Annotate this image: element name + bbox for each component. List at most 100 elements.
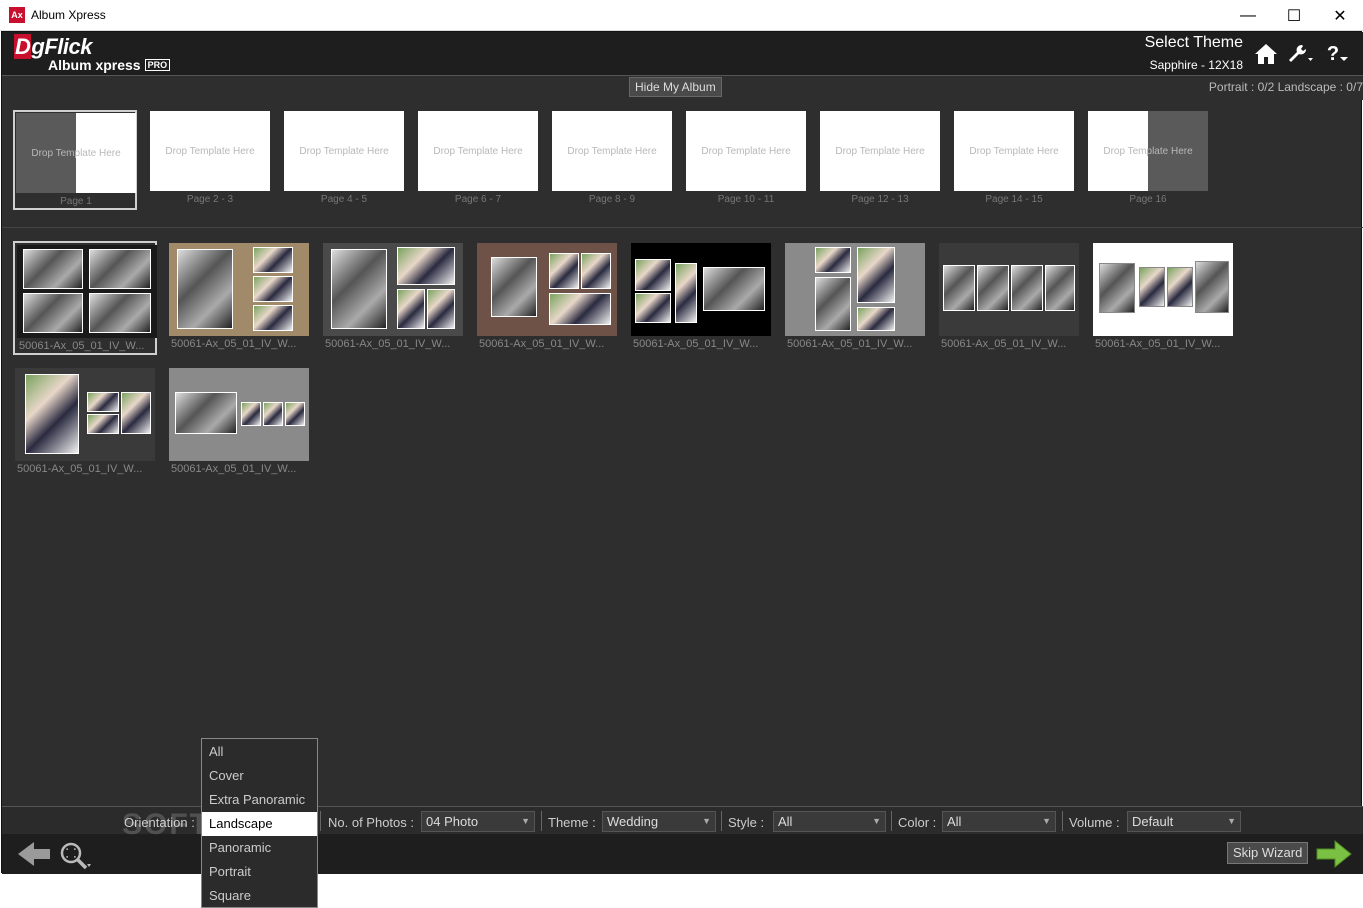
page-slot[interactable]: Drop Template Here Page 2 - 3 bbox=[149, 110, 273, 210]
home-icon[interactable] bbox=[1252, 40, 1280, 68]
photo-frame bbox=[121, 392, 151, 434]
page-drop-zone[interactable]: Drop Template Here bbox=[1088, 111, 1208, 191]
photo-frame bbox=[703, 267, 765, 311]
orientation-option-panoramic[interactable]: Panoramic bbox=[202, 836, 317, 860]
style-value: All bbox=[778, 814, 793, 829]
page-slot[interactable]: Drop Template Here Page 14 - 15 bbox=[953, 110, 1077, 210]
logo-d: D bbox=[14, 34, 32, 59]
orientation-option-cover[interactable]: Cover bbox=[202, 764, 317, 788]
close-button[interactable]: ✕ bbox=[1317, 0, 1363, 31]
photo-frame bbox=[23, 249, 83, 289]
photo-frame bbox=[331, 249, 387, 329]
page-slot[interactable]: Drop Template Here Page 10 - 11 bbox=[685, 110, 809, 210]
photo-frame bbox=[815, 277, 851, 331]
page-drop-zone[interactable]: Drop Template Here bbox=[820, 111, 940, 191]
volume-select[interactable]: Default ▼ bbox=[1127, 811, 1241, 832]
page-slot[interactable]: Drop Template Here Page 12 - 13 bbox=[819, 110, 943, 210]
color-select[interactable]: All ▼ bbox=[942, 811, 1056, 832]
album-pages: Drop Template Here Page 1 Drop Template … bbox=[2, 100, 1363, 228]
page-drop-zone[interactable]: Drop Template Here bbox=[686, 111, 806, 191]
style-select[interactable]: All ▼ bbox=[773, 811, 886, 832]
title-bar: Ax Album Xpress — ☐ ✕ bbox=[0, 0, 1363, 31]
photo-frame bbox=[23, 293, 83, 333]
template-thumbnail[interactable]: 50061-Ax_05_01_IV_W... bbox=[937, 241, 1081, 355]
page-slot[interactable]: Drop Template Here Page 1 bbox=[13, 110, 137, 210]
template-thumbnail[interactable]: 50061-Ax_05_01_IV_W... bbox=[167, 241, 311, 355]
template-preview bbox=[1093, 243, 1233, 336]
template-thumbnail[interactable]: 50061-Ax_05_01_IV_W... bbox=[13, 241, 157, 355]
divider bbox=[1062, 811, 1063, 831]
template-thumbnail[interactable]: 50061-Ax_05_01_IV_W... bbox=[321, 241, 465, 355]
orientation-dropdown[interactable]: All Cover Extra Panoramic Landscape Pano… bbox=[201, 738, 318, 908]
divider bbox=[721, 811, 722, 831]
template-preview bbox=[15, 368, 155, 461]
photo-frame bbox=[175, 392, 237, 434]
page-slot[interactable]: Drop Template Here Page 8 - 9 bbox=[551, 110, 675, 210]
orientation-option-square[interactable]: Square bbox=[202, 884, 317, 908]
template-thumbnail[interactable]: 50061-Ax_05_01_IV_W... bbox=[167, 366, 311, 480]
color-label: Color : bbox=[898, 815, 937, 830]
page-drop-zone[interactable]: Drop Template Here bbox=[552, 111, 672, 191]
photos-value: 04 Photo bbox=[426, 814, 479, 829]
page-slot[interactable]: Drop Template Here Page 6 - 7 bbox=[417, 110, 541, 210]
select-theme-title[interactable]: Select Theme bbox=[1145, 34, 1243, 52]
template-thumbnail[interactable]: 50061-Ax_05_01_IV_W... bbox=[13, 366, 157, 480]
photo-frame bbox=[581, 253, 611, 289]
skip-wizard-button[interactable]: Skip Wizard bbox=[1227, 842, 1309, 864]
color-value: All bbox=[947, 814, 962, 829]
template-preview bbox=[169, 243, 309, 336]
window-title: Album Xpress bbox=[31, 8, 106, 22]
drop-placeholder: Drop Template Here bbox=[299, 145, 389, 157]
photo-frame bbox=[1139, 267, 1165, 307]
page-label: Page 16 bbox=[1129, 194, 1167, 205]
orientation-option-all[interactable]: All bbox=[202, 740, 317, 764]
chevron-down-icon: ▼ bbox=[1227, 816, 1236, 826]
photo-frame bbox=[253, 276, 293, 302]
template-thumbnail[interactable]: 50061-Ax_05_01_IV_W... bbox=[1091, 241, 1235, 355]
template-preview bbox=[17, 245, 157, 338]
maximize-button[interactable]: ☐ bbox=[1271, 0, 1317, 31]
orientation-option-portrait[interactable]: Portrait bbox=[202, 860, 317, 884]
orientation-option-landscape[interactable]: Landscape bbox=[202, 812, 317, 836]
help-icon[interactable]: ? bbox=[1324, 40, 1352, 68]
theme-select[interactable]: Wedding ▼ bbox=[602, 811, 716, 832]
page-label: Page 10 - 11 bbox=[717, 194, 775, 205]
app-header: DgFlick Album xpress PRO Select Theme Sap… bbox=[2, 32, 1363, 76]
sub-bar: Hide My Album Portrait : 0/2 Landscape :… bbox=[2, 76, 1363, 100]
drop-placeholder: Drop Template Here bbox=[165, 145, 255, 157]
template-label: 50061-Ax_05_01_IV_W... bbox=[19, 340, 145, 352]
template-label: 50061-Ax_05_01_IV_W... bbox=[479, 338, 605, 350]
template-preview bbox=[631, 243, 771, 336]
photo-frame bbox=[943, 265, 975, 311]
template-label: 50061-Ax_05_01_IV_W... bbox=[17, 463, 143, 475]
template-label: 50061-Ax_05_01_IV_W... bbox=[787, 338, 913, 350]
next-arrow-icon[interactable] bbox=[1315, 838, 1353, 870]
template-thumbnail[interactable]: 50061-Ax_05_01_IV_W... bbox=[783, 241, 927, 355]
template-preview bbox=[169, 368, 309, 461]
orientation-option-extra-panoramic[interactable]: Extra Panoramic bbox=[202, 788, 317, 812]
page-slot[interactable]: Drop Template Here Page 16 bbox=[1087, 110, 1211, 210]
page-label: Page 14 - 15 bbox=[985, 194, 1043, 205]
back-arrow-icon[interactable] bbox=[16, 840, 52, 868]
page-drop-zone[interactable]: Drop Template Here bbox=[954, 111, 1074, 191]
page-drop-zone[interactable]: Drop Template Here bbox=[150, 111, 270, 191]
template-thumbnail[interactable]: 50061-Ax_05_01_IV_W... bbox=[629, 241, 773, 355]
zoom-icon[interactable] bbox=[58, 840, 92, 870]
theme-value: Wedding bbox=[607, 814, 659, 829]
page-drop-zone[interactable]: Drop Template Here bbox=[16, 113, 136, 193]
hide-my-album-button[interactable]: Hide My Album bbox=[629, 77, 722, 97]
volume-value: Default bbox=[1132, 814, 1174, 829]
minimize-button[interactable]: — bbox=[1225, 0, 1271, 31]
page-drop-zone[interactable]: Drop Template Here bbox=[418, 111, 538, 191]
photo-frame bbox=[857, 247, 895, 303]
photo-frame bbox=[241, 402, 261, 426]
app-window: Ax Album Xpress — ☐ ✕ DgFlick Album xpre… bbox=[0, 0, 1363, 908]
template-thumbnail[interactable]: 50061-Ax_05_01_IV_W... bbox=[475, 241, 619, 355]
page-drop-zone[interactable]: Drop Template Here bbox=[284, 111, 404, 191]
wrench-icon[interactable] bbox=[1286, 40, 1314, 68]
product-name-text: Album xpress bbox=[48, 57, 141, 73]
photo-frame bbox=[635, 259, 671, 291]
photo-frame bbox=[977, 265, 1009, 311]
photos-select[interactable]: 04 Photo ▼ bbox=[421, 811, 535, 832]
page-slot[interactable]: Drop Template Here Page 4 - 5 bbox=[283, 110, 407, 210]
